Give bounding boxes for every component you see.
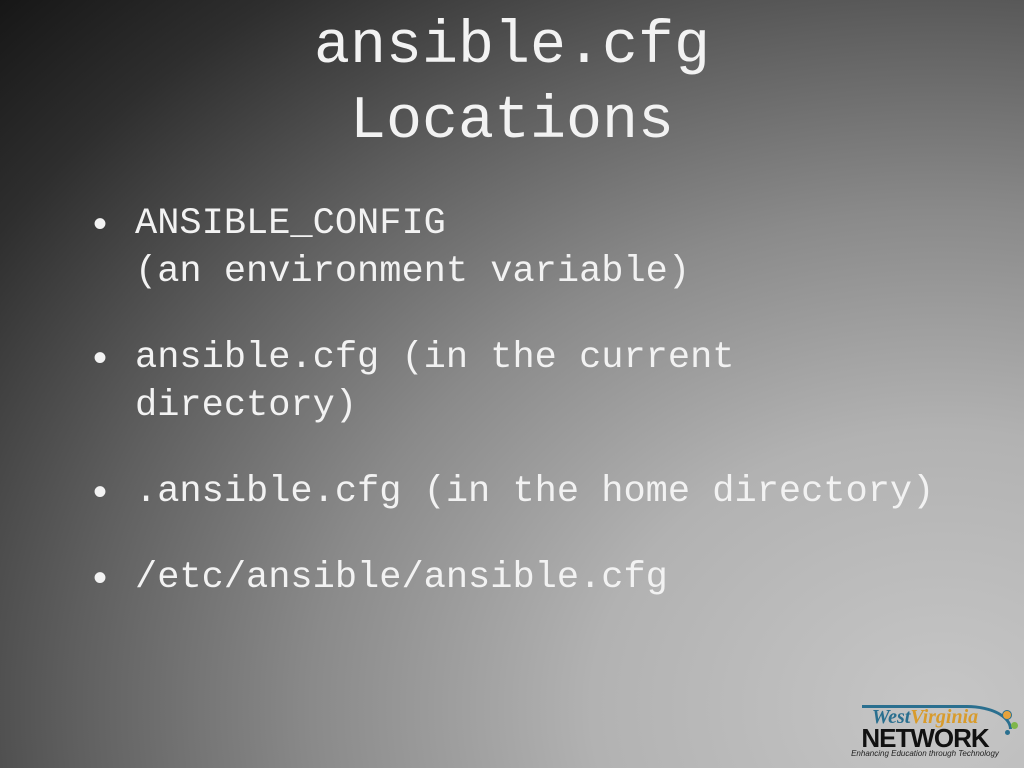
logo-dots-icon — [1000, 710, 1018, 740]
logo-tagline: Enhancing Education through Technology — [840, 750, 1010, 758]
list-item: .ansible.cfg (in the home directory) — [135, 468, 944, 516]
slide: ansible.cfg Locations ANSIBLE_CONFIG (an… — [0, 0, 1024, 768]
list-item: /etc/ansible/ansible.cfg — [135, 554, 944, 602]
bullet-list: ANSIBLE_CONFIG (an environment variable)… — [40, 200, 984, 603]
logo-arc-icon — [862, 705, 1012, 729]
slide-title: ansible.cfg Locations — [40, 10, 984, 160]
list-item: ansible.cfg (in the current directory) — [135, 334, 944, 430]
wvnet-logo: WestVirginia NETWORK Enhancing Education… — [840, 707, 1010, 758]
list-item: ANSIBLE_CONFIG (an environment variable) — [135, 200, 944, 296]
